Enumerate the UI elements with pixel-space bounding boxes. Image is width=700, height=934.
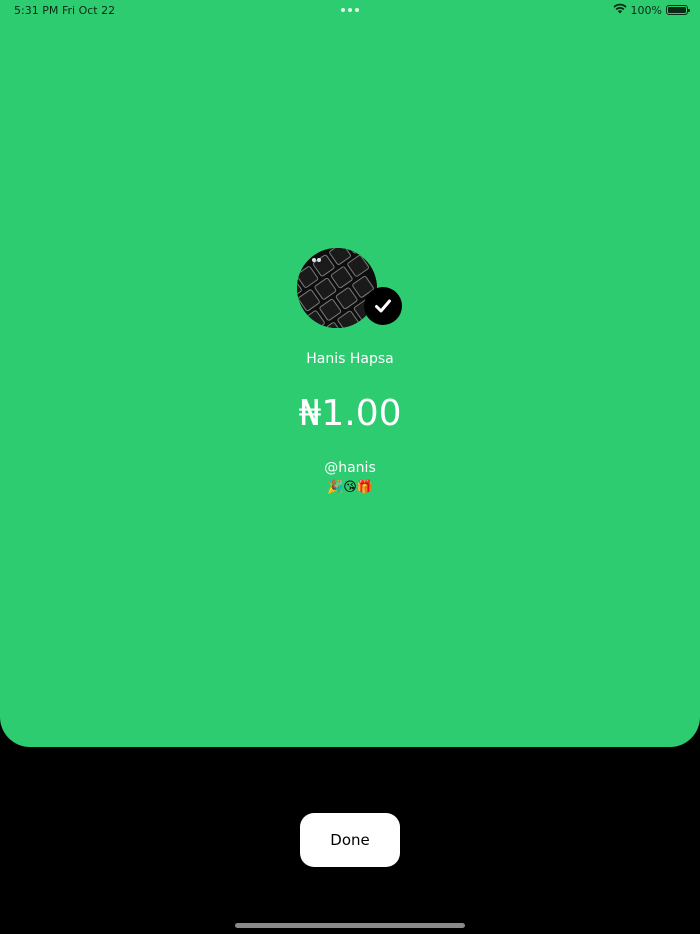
checkmark-icon xyxy=(375,299,391,313)
status-time: 5:31 PM xyxy=(14,4,59,17)
status-date: Fri Oct 22 xyxy=(62,4,116,17)
status-indicators: 100% xyxy=(612,3,690,17)
payment-note: 🎉😘🎁 xyxy=(327,480,373,495)
done-button[interactable]: Done xyxy=(300,813,400,867)
recipient-handle: @hanis xyxy=(324,460,376,476)
status-bar: 5:31 PM Fri Oct 22 100% xyxy=(0,0,700,20)
verified-badge xyxy=(364,287,402,325)
recipient-name: Hanis Hapsa xyxy=(306,351,394,367)
multitasking-dots-icon[interactable] xyxy=(341,8,359,12)
battery-icon xyxy=(666,5,690,15)
home-indicator[interactable] xyxy=(235,923,465,928)
payment-receipt-screen: 5:31 PM Fri Oct 22 100% Hanis Hapsa ₦1.0… xyxy=(0,0,700,934)
receipt-card: 5:31 PM Fri Oct 22 100% Hanis Hapsa ₦1.0… xyxy=(0,0,700,747)
recipient-avatar xyxy=(297,248,377,328)
wifi-icon xyxy=(612,3,627,17)
payment-amount: ₦1.00 xyxy=(298,393,402,434)
battery-percentage: 100% xyxy=(630,3,662,17)
